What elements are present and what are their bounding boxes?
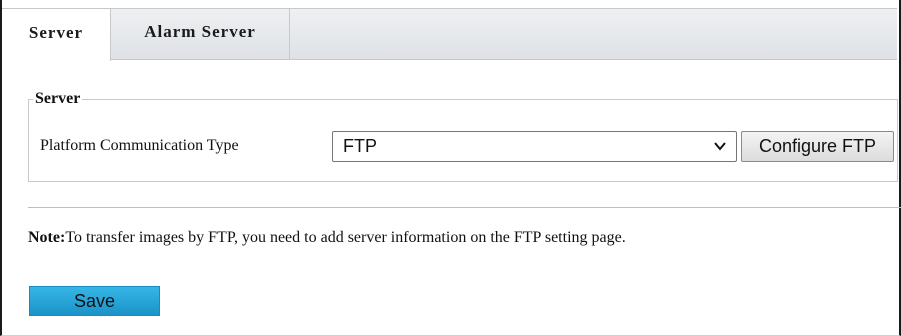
note-text: Note:To transfer images by FTP, you need… xyxy=(28,229,626,247)
save-button[interactable]: Save xyxy=(29,286,160,316)
platform-communication-type-select[interactable]: FTP xyxy=(332,131,737,162)
note-prefix: Note: xyxy=(28,229,66,246)
configure-ftp-button[interactable]: Configure FTP xyxy=(741,131,894,162)
platform-communication-type-label: Platform Communication Type xyxy=(40,137,239,154)
tab-bar: Server Alarm Server xyxy=(2,8,897,61)
note-body: To transfer images by FTP, you need to a… xyxy=(65,229,626,246)
chevron-down-icon xyxy=(714,132,726,171)
tab-server[interactable]: Server xyxy=(2,8,111,61)
platform-select-value: FTP xyxy=(343,136,377,156)
divider xyxy=(28,207,901,208)
server-legend: Server xyxy=(35,90,81,107)
tab-alarm-server[interactable]: Alarm Server xyxy=(111,8,290,60)
